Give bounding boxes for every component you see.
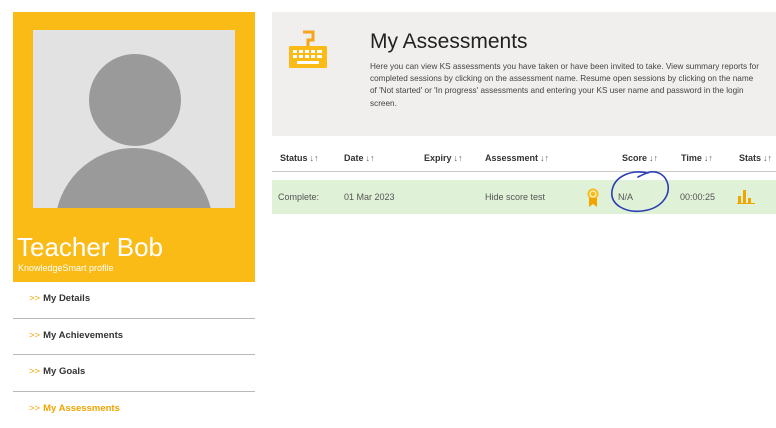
medal-icon [586,188,600,208]
sort-icon: ↓↑ [649,153,658,163]
nav-arrow: >> [29,403,40,414]
cell-status: Complete: [278,192,319,202]
column-header-score[interactable]: Score↓↑ [622,153,658,163]
column-header-stats[interactable]: Stats↓↑ [739,153,772,163]
nav-label: My Achievements [43,330,123,341]
column-header-time[interactable]: Time↓↑ [681,153,713,163]
profile-subtitle: KnowledgeSmart profile [18,263,114,273]
assessments-header: My Assessments Here you can view KS asse… [272,12,776,136]
cell-time: 00:00:25 [680,192,715,202]
annotation-circle [608,169,672,215]
nav-label: My Details [43,293,90,304]
column-header-assessment[interactable]: Assessment↓↑ [485,153,549,163]
profile-card: Teacher Bob KnowledgeSmart profile [13,12,255,282]
column-header-date[interactable]: Date↓↑ [344,153,375,163]
nav-my-details[interactable]: >>My Details [13,282,255,319]
assessments-table: Status↓↑ Date↓↑ Expiry↓↑ Assessment↓↑ Sc… [272,146,776,214]
nav-my-achievements[interactable]: >>My Achievements [13,319,255,356]
column-header-status[interactable]: Status↓↑ [280,153,319,163]
table-header: Status↓↑ Date↓↑ Expiry↓↑ Assessment↓↑ Sc… [272,146,776,172]
nav-arrow: >> [29,366,40,377]
profile-nav: >>My Details >>My Achievements >>My Goal… [13,282,255,428]
cell-date: 01 Mar 2023 [344,192,395,202]
sort-icon: ↓↑ [454,153,463,163]
profile-name: Teacher Bob [17,232,163,263]
keyboard-icon [289,30,327,70]
sort-icon: ↓↑ [310,153,319,163]
stats-icon[interactable] [737,188,755,204]
assessment-name-link[interactable]: Hide score test [485,192,545,202]
nav-arrow: >> [29,330,40,341]
nav-arrow: >> [29,293,40,304]
sort-icon: ↓↑ [704,153,713,163]
sort-icon: ↓↑ [540,153,549,163]
page-description: Here you can view KS assessments you hav… [370,61,760,110]
column-header-expiry[interactable]: Expiry↓↑ [424,153,463,163]
table-row: Complete: 01 Mar 2023 Hide score test N/… [272,180,776,214]
nav-my-goals[interactable]: >>My Goals [13,355,255,392]
nav-label: My Assessments [43,403,120,414]
sort-icon: ↓↑ [763,153,772,163]
sort-icon: ↓↑ [366,153,375,163]
avatar [33,30,235,208]
nav-label: My Goals [43,366,85,377]
page-title: My Assessments [370,30,528,54]
